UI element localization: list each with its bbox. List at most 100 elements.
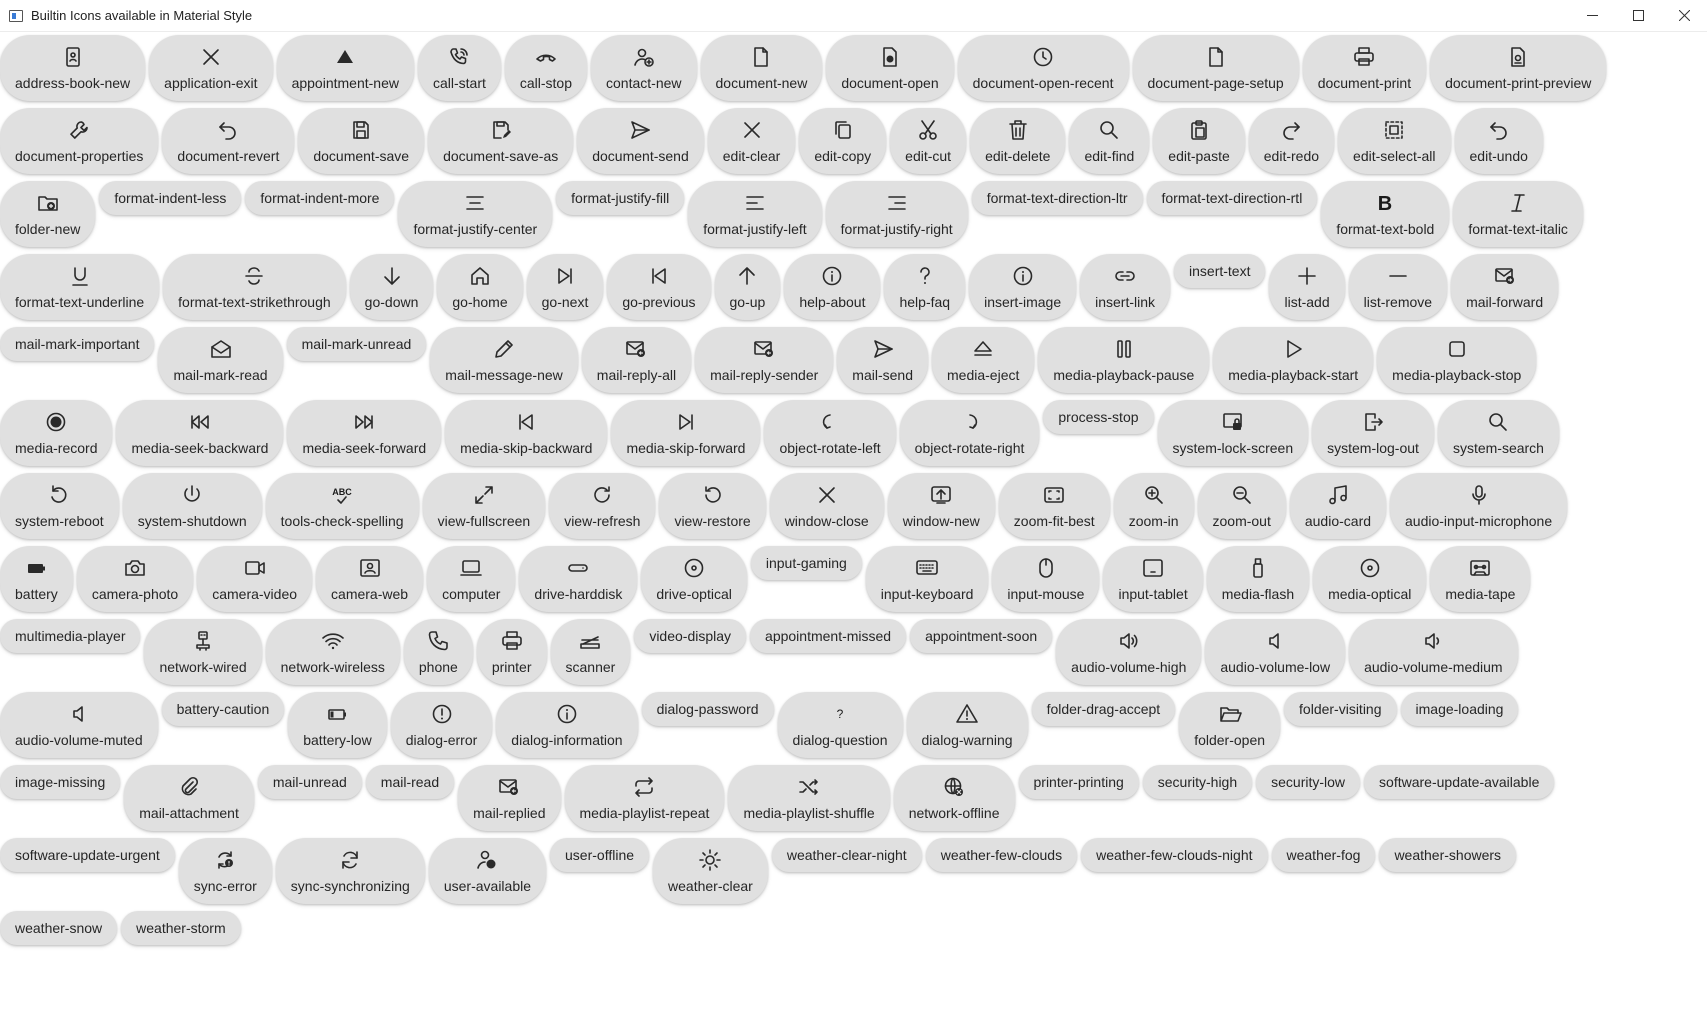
icon-button-format-text-strikethrough[interactable]: format-text-strikethrough (163, 254, 346, 320)
icon-button-go-next[interactable]: go-next (526, 254, 604, 320)
icon-button-folder-drag-accept[interactable]: folder-drag-accept (1031, 692, 1176, 726)
icon-button-weather-few-clouds-night[interactable]: weather-few-clouds-night (1081, 838, 1268, 872)
icon-button-audio-volume-high[interactable]: audio-volume-high (1056, 619, 1202, 685)
icon-button-input-keyboard[interactable]: input-keyboard (865, 546, 989, 612)
icon-button-format-text-bold[interactable]: Bformat-text-bold (1321, 181, 1450, 247)
icon-button-media-playback-start[interactable]: media-playback-start (1213, 327, 1374, 393)
icon-button-window-new[interactable]: window-new (887, 473, 995, 539)
icon-button-zoom-fit-best[interactable]: zoom-fit-best (998, 473, 1110, 539)
icon-button-sync-error[interactable]: sync-error (178, 838, 272, 904)
icon-button-drive-harddisk[interactable]: drive-harddisk (519, 546, 638, 612)
icon-button-weather-snow[interactable]: weather-snow (0, 911, 118, 945)
icon-button-audio-volume-low[interactable]: audio-volume-low (1205, 619, 1346, 685)
icon-button-weather-few-clouds[interactable]: weather-few-clouds (925, 838, 1078, 872)
icon-button-battery-caution[interactable]: battery-caution (161, 692, 285, 726)
icon-button-mail-attachment[interactable]: mail-attachment (124, 765, 254, 831)
icon-button-audio-input-microphone[interactable]: audio-input-microphone (1390, 473, 1568, 539)
icon-button-media-skip-forward[interactable]: media-skip-forward (611, 400, 761, 466)
icon-button-address-book-new[interactable]: address-book-new (0, 35, 146, 101)
icon-button-format-text-direction-ltr[interactable]: format-text-direction-ltr (971, 181, 1143, 215)
icon-button-document-revert[interactable]: document-revert (162, 108, 295, 174)
icon-button-go-up[interactable]: go-up (714, 254, 781, 320)
icon-button-audio-volume-muted[interactable]: audio-volume-muted (0, 692, 158, 758)
icon-button-sync-synchronizing[interactable]: sync-synchronizing (275, 838, 425, 904)
icon-button-dialog-question[interactable]: ? dialog-question (777, 692, 903, 758)
icon-button-edit-delete[interactable]: edit-delete (970, 108, 1066, 174)
icon-button-view-refresh[interactable]: view-refresh (549, 473, 656, 539)
icon-button-scanner[interactable]: scanner (550, 619, 631, 685)
icon-button-help-faq[interactable]: help-faq (884, 254, 966, 320)
icon-button-edit-copy[interactable]: edit-copy (799, 108, 887, 174)
icon-button-input-gaming[interactable]: input-gaming (750, 546, 862, 580)
icon-button-format-justify-center[interactable]: format-justify-center (398, 181, 553, 247)
icon-button-mail-mark-read[interactable]: mail-mark-read (158, 327, 283, 393)
icon-button-edit-select-all[interactable]: edit-select-all (1338, 108, 1451, 174)
icon-button-network-offline[interactable]: network-offline (893, 765, 1015, 831)
icon-button-view-restore[interactable]: view-restore (659, 473, 766, 539)
icon-button-call-stop[interactable]: call-stop (504, 35, 588, 101)
icon-button-audio-volume-medium[interactable]: audio-volume-medium (1349, 619, 1518, 685)
icon-button-insert-link[interactable]: insert-link (1080, 254, 1171, 320)
icon-button-input-mouse[interactable]: input-mouse (992, 546, 1100, 612)
icon-button-folder-new[interactable]: folder-new (0, 181, 96, 247)
icon-button-media-eject[interactable]: media-eject (932, 327, 1035, 393)
icon-button-document-open[interactable]: document-open (826, 35, 954, 101)
icon-button-software-update-available[interactable]: software-update-available (1364, 765, 1555, 799)
icon-button-view-fullscreen[interactable]: view-fullscreen (422, 473, 546, 539)
icon-button-insert-text[interactable]: insert-text (1174, 254, 1266, 288)
icon-button-camera-video[interactable]: camera-video (197, 546, 313, 612)
icon-button-format-text-underline[interactable]: format-text-underline (0, 254, 160, 320)
icon-button-software-update-urgent[interactable]: software-update-urgent (0, 838, 175, 872)
icon-button-document-page-setup[interactable]: document-page-setup (1132, 35, 1299, 101)
icon-button-mail-reply-all[interactable]: mail-reply-all (581, 327, 692, 393)
icon-button-system-log-out[interactable]: system-log-out (1312, 400, 1434, 466)
icon-button-mail-replied[interactable]: mail-replied (458, 765, 561, 831)
icon-button-media-record[interactable]: media-record (0, 400, 113, 466)
close-button[interactable] (1661, 0, 1707, 31)
icon-button-window-close[interactable]: window-close (769, 473, 884, 539)
icon-button-help-about[interactable]: help-about (784, 254, 881, 320)
icon-button-media-flash[interactable]: media-flash (1206, 546, 1310, 612)
icon-button-edit-paste[interactable]: edit-paste (1153, 108, 1245, 174)
icon-button-media-playback-stop[interactable]: media-playback-stop (1377, 327, 1537, 393)
icon-button-format-indent-less[interactable]: format-indent-less (99, 181, 242, 215)
icon-button-mail-message-new[interactable]: mail-message-new (430, 327, 578, 393)
icon-button-edit-find[interactable]: edit-find (1069, 108, 1150, 174)
icon-button-network-wireless[interactable]: network-wireless (265, 619, 400, 685)
icon-button-folder-visiting[interactable]: folder-visiting (1284, 692, 1397, 726)
icon-button-document-print[interactable]: document-print (1302, 35, 1427, 101)
icon-button-multimedia-player[interactable]: multimedia-player (0, 619, 141, 653)
icon-button-system-search[interactable]: system-search (1437, 400, 1559, 466)
icon-button-go-home[interactable]: go-home (437, 254, 523, 320)
icon-button-mail-read[interactable]: mail-read (365, 765, 455, 799)
icon-button-appointment-missed[interactable]: appointment-missed (750, 619, 907, 653)
icon-button-media-seek-backward[interactable]: media-seek-backward (116, 400, 284, 466)
icon-button-format-justify-right[interactable]: format-justify-right (825, 181, 968, 247)
icon-button-dialog-password[interactable]: dialog-password (641, 692, 774, 726)
minimize-button[interactable] (1569, 0, 1615, 31)
icon-button-system-reboot[interactable]: system-reboot (0, 473, 119, 539)
icon-button-document-new[interactable]: document-new (700, 35, 823, 101)
icon-button-weather-fog[interactable]: weather-fog (1271, 838, 1376, 872)
icon-button-format-justify-left[interactable]: format-justify-left (688, 181, 822, 247)
icon-button-weather-clear-night[interactable]: weather-clear-night (771, 838, 922, 872)
icon-button-list-add[interactable]: list-add (1269, 254, 1345, 320)
icon-button-document-save-as[interactable]: document-save-as (428, 108, 574, 174)
icon-button-list-remove[interactable]: list-remove (1348, 254, 1448, 320)
icon-button-appointment-soon[interactable]: appointment-soon (910, 619, 1053, 653)
icon-button-folder-open[interactable]: folder-open (1179, 692, 1281, 758)
icon-button-media-tape[interactable]: media-tape (1430, 546, 1531, 612)
icon-button-media-playlist-repeat[interactable]: media-playlist-repeat (564, 765, 725, 831)
icon-button-security-low[interactable]: security-low (1256, 765, 1361, 799)
icon-button-edit-undo[interactable]: edit-undo (1454, 108, 1543, 174)
icon-button-security-high[interactable]: security-high (1142, 765, 1253, 799)
icon-button-insert-image[interactable]: insert-image (969, 254, 1077, 320)
title-bar[interactable]: Builtin Icons available in Material Styl… (0, 0, 1707, 32)
icon-button-format-text-direction-rtl[interactable]: format-text-direction-rtl (1146, 181, 1318, 215)
icon-button-process-stop[interactable]: process-stop (1043, 400, 1154, 434)
icon-button-appointment-new[interactable]: appointment-new (276, 35, 414, 101)
icon-button-go-down[interactable]: go-down (349, 254, 434, 320)
icon-button-camera-photo[interactable]: camera-photo (76, 546, 194, 612)
icon-button-format-text-italic[interactable]: format-text-italic (1453, 181, 1583, 247)
icon-button-zoom-out[interactable]: zoom-out (1197, 473, 1286, 539)
